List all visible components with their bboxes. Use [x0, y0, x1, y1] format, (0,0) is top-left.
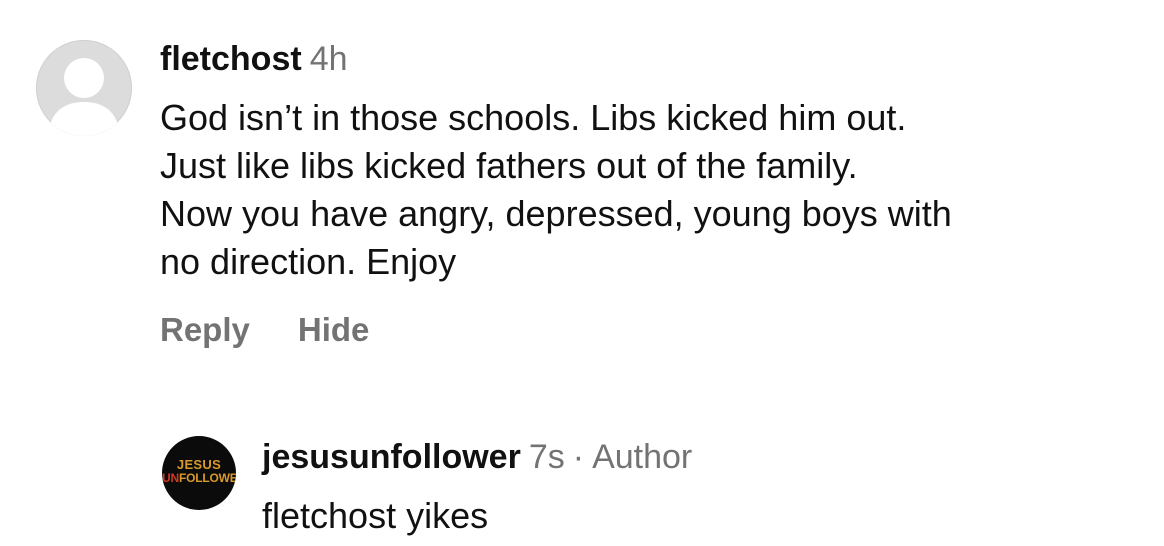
comment-header: fletchost 4h [160, 38, 348, 80]
comment-username[interactable]: fletchost [160, 40, 302, 78]
comment-text-line: no direction. Enjoy [160, 241, 457, 282]
hide-button[interactable]: Hide [298, 311, 370, 348]
comment-actions: Reply Hide [160, 308, 369, 352]
user-silhouette-icon [48, 58, 120, 136]
separator-dot: · [572, 438, 585, 476]
reply-username[interactable]: jesusunfollower [262, 438, 521, 476]
reply-button[interactable]: Reply [160, 311, 250, 348]
author-avatar[interactable]: JESUS UNFOLLOWER [162, 436, 236, 510]
comment-text-line: Now you have angry, depressed, young boy… [160, 193, 952, 234]
avatar-logo-line1: JESUS [176, 457, 222, 472]
default-avatar-icon[interactable] [36, 40, 132, 136]
comment-time: 4h [309, 40, 348, 78]
reply-text: fletchost yikes [262, 495, 489, 536]
reply-header: jesusunfollower 7s · Author [262, 436, 692, 478]
comment-text: God isn’t in those schools. Libs kicked … [160, 94, 1140, 286]
avatar-logo-line2: UNFOLLOWER [162, 472, 236, 484]
avatar-logo-rest: FOLLOWER [178, 471, 236, 485]
avatar-logo-prefix: UN [162, 471, 179, 485]
comment-text-line: God isn’t in those schools. Libs kicked … [160, 97, 907, 138]
reply-time: 7s [528, 438, 565, 476]
author-badge: Author [592, 438, 693, 476]
comment-text-line: Just like libs kicked fathers out of the… [160, 145, 858, 186]
